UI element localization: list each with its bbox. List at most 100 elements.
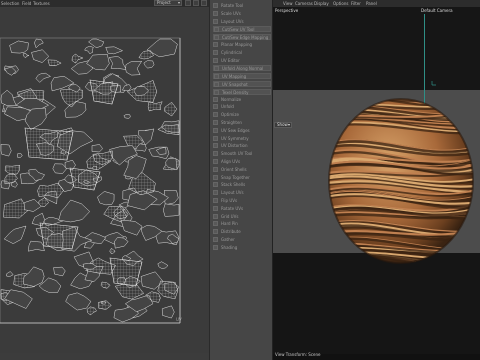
uv-toolkit-panel: Rotate Tool Scale UVs Layout UVs Cut/Sew UV…	[209, 0, 273, 360]
view-transform-status: View Transform: Scene	[275, 352, 321, 357]
uv-project-dropdown[interactable]: Project ▾	[154, 0, 182, 6]
tool-icon	[214, 89, 219, 95]
uv-menu-field[interactable]: Field	[22, 1, 31, 6]
uv-shells	[0, 38, 180, 323]
uv-menu-selection[interactable]: Selection	[1, 1, 19, 6]
tool-icon	[213, 96, 218, 102]
uv-tool-row[interactable]: Gather	[213, 237, 271, 243]
uv-tool-row[interactable]: Straighten	[213, 120, 271, 126]
uv-tool-label: Flip UVs	[221, 198, 238, 203]
uv-tool-row[interactable]: UV Snapshot	[213, 81, 271, 87]
uv-tool-row[interactable]: UV Distortion	[213, 143, 271, 149]
show-label: Show	[277, 122, 288, 127]
tool-icon	[213, 237, 218, 242]
uv-tool-row[interactable]: Smooth UV Tool	[213, 151, 271, 157]
uv-tool-label: Hard Pin	[221, 221, 238, 227]
tool-icon	[213, 244, 218, 250]
tool-icon	[213, 159, 218, 164]
uv-tool-row[interactable]: Normalize	[213, 96, 271, 103]
tool-icon	[213, 42, 218, 47]
uv-tool-label: Layout UVs	[221, 18, 244, 24]
viewport-menu-options[interactable]: Options	[333, 1, 348, 6]
uv-canvas[interactable]	[0, 8, 209, 353]
viewport-menu-view[interactable]: View	[283, 1, 293, 6]
uv-menubar: Selection Field Textures Project ▾	[0, 0, 209, 7]
uv-tool-row[interactable]: Stack Shells	[213, 182, 271, 188]
uv-tool-label: UV Editor	[221, 57, 240, 63]
tool-icon	[213, 166, 218, 172]
uv-tool-row[interactable]: Planar Mapping	[213, 42, 271, 48]
uv-tool-row[interactable]: Snap Together	[213, 174, 271, 181]
uv-tool-label: Normalize	[221, 96, 242, 102]
uv-tool-label: Cut/Sew UV Tool	[222, 27, 255, 33]
uv-toolbar-grid-icon[interactable]	[185, 0, 191, 6]
viewport-menu-filter[interactable]: Filter	[351, 1, 361, 6]
uv-tool-row[interactable]: Hard Pin	[213, 221, 271, 227]
uv-tool-label: Orient Shells	[221, 166, 247, 172]
uv-tool-row[interactable]: UV Editor	[213, 57, 271, 64]
uv-tool-row[interactable]: Optimize	[213, 112, 271, 118]
viewport-bg-bottom	[273, 253, 480, 354]
viewport-menu-display[interactable]: Display	[314, 1, 329, 6]
uv-tool-row[interactable]: Cylindrical	[213, 49, 271, 56]
uv-tool-label: Grid UVs	[221, 213, 239, 219]
uv-tool-row[interactable]: Cut/Sew Edge Mapping	[213, 34, 271, 41]
tool-icon	[213, 120, 218, 125]
uv-toolbar-settings-icon[interactable]	[201, 0, 207, 6]
uv-tool-row[interactable]: Distribute	[213, 229, 271, 235]
tool-icon	[214, 82, 219, 87]
uv-tool-label: UV Mapping	[222, 74, 247, 80]
viewport-pane[interactable]: View Cameras Display Options Filter Pane…	[273, 0, 480, 360]
uv-tool-row[interactable]: Align UVs	[213, 159, 271, 165]
uv-tool-row[interactable]: Unfold Along Normal	[213, 65, 271, 72]
uv-tool-label: Unfold Along Normal	[222, 66, 264, 72]
tool-icon	[213, 57, 218, 63]
tool-icon	[213, 3, 218, 8]
uv-tool-label: Rotate UVs	[221, 205, 244, 211]
uv-tool-label: Straighten	[221, 120, 242, 125]
uv-tool-row[interactable]: Layout UVs	[213, 18, 271, 25]
uv-tool-label: UV Sew Edges	[221, 127, 250, 133]
tool-icon	[213, 143, 218, 149]
tool-icon	[214, 74, 219, 80]
viewport-menu-cameras[interactable]: Cameras	[295, 1, 313, 6]
uv-editor-pane: Selection Field Textures Project ▾ UV	[0, 0, 209, 360]
tool-icon	[213, 135, 218, 141]
uv-tool-label: Stack Shells	[221, 182, 246, 188]
uv-tool-row[interactable]: Scale UVs	[213, 10, 271, 17]
uv-tool-label: Shading	[221, 244, 238, 250]
uv-tool-row[interactable]: UV Mapping	[213, 73, 271, 80]
uv-tool-row[interactable]: Texel Density	[213, 88, 271, 95]
uv-tool-label: UV Symmetry	[221, 135, 249, 141]
tool-icon	[213, 151, 218, 157]
uv-tool-row[interactable]: Orient Shells	[213, 166, 271, 173]
uv-tool-row[interactable]: Layout UVs	[213, 190, 271, 196]
uv-tool-label: Rotate Tool	[221, 3, 244, 8]
uv-tool-row[interactable]: Rotate UVs	[213, 205, 271, 212]
tool-icon	[213, 127, 218, 133]
uv-tool-label: Texel Density	[222, 89, 249, 95]
perspective-label: Perspective	[275, 8, 299, 13]
uv-tool-label: Cylindrical	[221, 49, 242, 55]
uv-tool-row[interactable]: Flip UVs	[213, 198, 271, 204]
uv-tool-label: Planar Mapping	[221, 42, 253, 47]
uv-tool-label: Gather	[221, 237, 235, 242]
uv-tool-row[interactable]: UV Sew Edges	[213, 127, 271, 134]
uv-tool-row[interactable]: Rotate Tool	[213, 3, 271, 9]
uv-tool-label: Layout UVs	[221, 190, 244, 196]
uv-tool-row[interactable]: Unfold	[213, 104, 271, 110]
uv-tool-label: Unfold	[221, 104, 234, 110]
uv-dropdown-value: Project	[157, 0, 171, 5]
uv-menu-textures[interactable]: Textures	[33, 1, 50, 6]
uv-toolbar-checker-icon[interactable]	[193, 0, 199, 6]
uv-tool-row[interactable]: Shading	[213, 244, 271, 251]
uv-tool-row[interactable]: Grid UVs	[213, 213, 271, 220]
wood-sphere-model[interactable]	[325, 94, 475, 266]
tool-icon	[213, 104, 218, 110]
show-dropdown[interactable]: Show ▾	[274, 122, 292, 128]
viewport-menu-panel[interactable]: Panel	[366, 1, 377, 6]
uv-tool-row[interactable]: UV Symmetry	[213, 135, 271, 142]
tool-icon	[213, 229, 218, 235]
uv-tool-label: Optimize	[221, 112, 239, 118]
uv-tool-row[interactable]: Cut/Sew UV Tool	[213, 26, 271, 33]
